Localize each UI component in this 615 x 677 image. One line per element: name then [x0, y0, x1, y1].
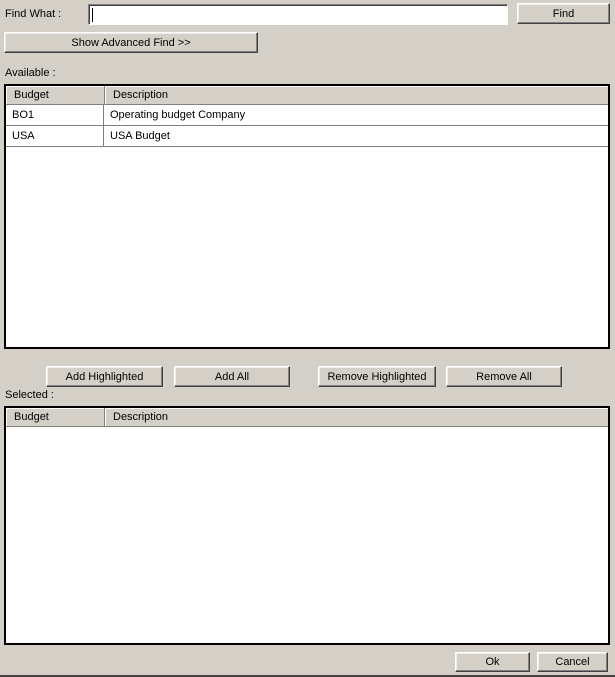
selected-list-header: Budget Description	[6, 408, 608, 427]
find-what-input[interactable]	[88, 4, 508, 25]
available-row-usa[interactable]: USA USA Budget	[6, 126, 608, 147]
find-what-label: Find What :	[5, 8, 61, 20]
available-list-header: Budget Description	[6, 86, 608, 105]
selected-label: Selected :	[5, 389, 54, 401]
find-button[interactable]: Find	[517, 3, 610, 24]
available-row-bo1[interactable]: BO1 Operating budget Company	[6, 105, 608, 126]
remove-highlighted-button[interactable]: Remove Highlighted	[318, 366, 436, 387]
description-cell: USA Budget	[104, 126, 608, 146]
text-caret	[92, 8, 93, 22]
available-list[interactable]: Budget Description BO1 Operating budget …	[4, 84, 610, 349]
budget-cell: BO1	[6, 105, 104, 125]
add-highlighted-button[interactable]: Add Highlighted	[46, 366, 163, 387]
selected-list[interactable]: Budget Description	[4, 406, 610, 645]
budget-cell: USA	[6, 126, 104, 146]
ok-button[interactable]: Ok	[455, 652, 530, 672]
add-all-button[interactable]: Add All	[174, 366, 290, 387]
remove-all-button[interactable]: Remove All	[446, 366, 562, 387]
column-header-description[interactable]: Description	[104, 408, 608, 426]
column-header-budget[interactable]: Budget	[6, 408, 104, 426]
find-what-input-field[interactable]	[92, 7, 505, 22]
show-advanced-find-button[interactable]: Show Advanced Find >>	[4, 32, 258, 53]
column-header-description[interactable]: Description	[104, 86, 608, 104]
column-header-budget[interactable]: Budget	[6, 86, 104, 104]
available-label: Available :	[5, 67, 56, 79]
cancel-button[interactable]: Cancel	[537, 652, 608, 672]
description-cell: Operating budget Company	[104, 105, 608, 125]
